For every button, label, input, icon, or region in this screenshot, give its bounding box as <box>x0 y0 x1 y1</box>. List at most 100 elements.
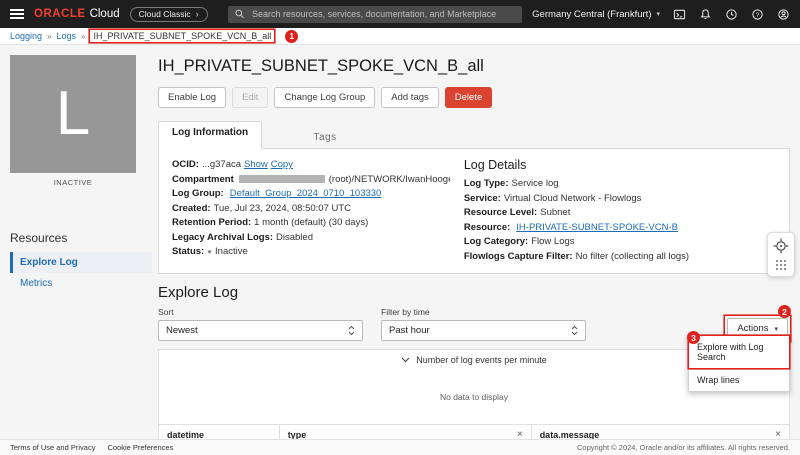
capture-filter-label: Flowlogs Capture Filter: <box>464 251 573 262</box>
select-chevrons-icon <box>348 325 355 336</box>
show-link[interactable]: Show <box>244 159 268 170</box>
service-value: Virtual Cloud Network - Flowlogs <box>504 193 642 204</box>
log-details-column: Log Details Log Type:Service log Service… <box>450 158 776 264</box>
screen-target-widget <box>767 232 795 277</box>
chart-header-label: Number of log events per minute <box>416 355 547 365</box>
log-information-column: OCID:...g37acaShowCopy Compartment(root)… <box>172 158 450 264</box>
status-label: INACTIVE <box>10 178 136 187</box>
legacy-archival-row: Legacy Archival Logs:Disabled <box>172 231 450 246</box>
ocid-label: OCID: <box>172 159 199 170</box>
change-log-group-button[interactable]: Change Log Group <box>274 87 375 108</box>
log-type-value: Service log <box>512 178 559 189</box>
svg-text:?: ? <box>756 11 760 18</box>
filter-by-time-group: Filter by time Past hour <box>381 307 586 341</box>
sort-select[interactable]: Newest <box>158 320 363 341</box>
log-group-link[interactable]: Default_Group_2024_0710_103330 <box>230 188 382 199</box>
breadcrumb-separator: » <box>81 32 85 41</box>
brand-oracle: ORACLE <box>34 8 86 20</box>
log-info-card: Log Information Tags OCID:...g37acaShowC… <box>158 121 790 274</box>
brand-cloud: Cloud <box>90 8 120 20</box>
cloud-classic-button[interactable]: Cloud Classic › <box>130 7 208 22</box>
help-icon[interactable]: ? <box>751 8 764 21</box>
chevron-down-icon: ▾ <box>774 325 778 333</box>
action-buttons: Enable Log Edit Change Log Group Add tag… <box>158 87 790 108</box>
log-group-label: Log Group: <box>172 188 224 199</box>
topbar: ORACLE Cloud Cloud Classic › Germany Cen… <box>0 0 800 28</box>
log-avatar: L <box>10 55 136 173</box>
resource-link[interactable]: IH-PRIVATE-SUBNET-SPOKE-VCN-B <box>516 222 678 233</box>
copyright-text: Copyright © 2024, Oracle and/or its affi… <box>577 443 790 452</box>
column-type-label: type <box>288 430 307 440</box>
breadcrumb-logs[interactable]: Logs <box>57 31 77 41</box>
legacy-archival-value: Disabled <box>276 232 313 243</box>
ocid-row: OCID:...g37acaShowCopy <box>172 158 450 173</box>
tabs: Log Information Tags <box>158 121 790 148</box>
created-label: Created: <box>172 203 211 214</box>
compartment-row: Compartment(root)/NETWORK/IwanHoogendoor… <box>172 173 450 188</box>
delete-button[interactable]: Delete <box>445 87 492 108</box>
capture-filter-value: No filter (collecting all logs) <box>576 251 690 262</box>
legacy-archival-label: Legacy Archival Logs: <box>172 232 273 243</box>
log-group-row: Log Group: Default_Group_2024_0710_103330 <box>172 187 450 202</box>
capture-filter-row: Flowlogs Capture Filter:No filter (colle… <box>464 250 776 265</box>
announcements-bell-icon[interactable] <box>699 8 712 21</box>
service-row: Service:Virtual Cloud Network - Flowlogs <box>464 192 776 207</box>
tab-tags[interactable]: Tags <box>262 126 388 148</box>
profile-icon[interactable] <box>777 8 790 21</box>
resource-level-value: Subnet <box>540 207 570 218</box>
log-category-value: Flow Logs <box>531 236 574 247</box>
target-icon[interactable] <box>773 238 789 254</box>
created-row: Created:Tue, Jul 23, 2024, 08:50:07 UTC <box>172 202 450 217</box>
search-input[interactable] <box>250 8 515 20</box>
menu-item-explore-with-log-search[interactable]: Explore with Log Search <box>689 336 789 368</box>
log-type-row: Log Type:Service log <box>464 177 776 192</box>
oracle-cloud-console: ORACLE Cloud Cloud Classic › Germany Cen… <box>0 0 800 455</box>
resource-row: Resource: IH-PRIVATE-SUBNET-SPOKE-VCN-B <box>464 221 776 236</box>
page-title: IH_PRIVATE_SUBNET_SPOKE_VCN_B_all <box>158 57 790 76</box>
edit-button[interactable]: Edit <box>232 87 268 108</box>
status-row: Status:●Inactive <box>172 245 450 260</box>
search-bar[interactable] <box>228 6 523 23</box>
cloud-shell-icon[interactable] <box>673 8 686 21</box>
select-chevrons-icon <box>571 325 578 336</box>
tab-log-information[interactable]: Log Information <box>158 121 262 149</box>
menu-item-wrap-lines[interactable]: Wrap lines <box>689 368 789 391</box>
breadcrumb-logging[interactable]: Logging <box>10 31 42 41</box>
chevron-down-icon <box>401 357 410 363</box>
resource-level-row: Resource Level:Subnet <box>464 206 776 221</box>
log-category-label: Log Category: <box>464 236 528 247</box>
enable-log-button[interactable]: Enable Log <box>158 87 226 108</box>
chevron-down-icon: ▾ <box>656 10 660 18</box>
cookie-preferences-link[interactable]: Cookie Preferences <box>107 443 173 452</box>
drag-handle-dots-icon[interactable] <box>775 259 787 271</box>
terms-privacy-link[interactable]: Terms of Use and Privacy <box>10 443 95 452</box>
navigation-menu-icon[interactable] <box>10 9 24 19</box>
resource-label: Resource: <box>464 222 510 233</box>
compartment-label: Compartment <box>172 174 234 185</box>
oracle-cloud-logo: ORACLE Cloud <box>34 8 120 20</box>
sidebar-item-metrics[interactable]: Metrics <box>10 273 152 294</box>
status-field-label: Status: <box>172 246 204 257</box>
retention-label: Retention Period: <box>172 217 251 228</box>
log-details-heading: Log Details <box>464 158 776 172</box>
created-value: Tue, Jul 23, 2024, 08:50:07 UTC <box>214 203 351 214</box>
chevron-right-icon: › <box>196 9 199 19</box>
region-label: Germany Central (Frankfurt) <box>532 9 651 20</box>
clock-icon[interactable] <box>725 8 738 21</box>
sort-label: Sort <box>158 307 363 317</box>
no-data-message: No data to display <box>440 392 508 402</box>
topbar-right: Germany Central (Frankfurt) ▾ ? <box>532 8 790 21</box>
column-data-message-label: data.message <box>540 430 600 440</box>
avatar-letter: L <box>56 83 90 145</box>
service-label: Service: <box>464 193 501 204</box>
sidebar-item-explore-log[interactable]: Explore Log <box>10 252 152 273</box>
column-datetime-label: datetime <box>167 430 204 440</box>
add-tags-button[interactable]: Add tags <box>381 87 439 108</box>
copy-link[interactable]: Copy <box>271 159 293 170</box>
filter-by-time-select[interactable]: Past hour <box>381 320 586 341</box>
filter-by-time-label: Filter by time <box>381 307 586 317</box>
region-selector[interactable]: Germany Central (Frankfurt) ▾ <box>532 9 660 20</box>
resources-heading: Resources <box>10 231 152 252</box>
sort-selected-value: Newest <box>166 325 198 336</box>
actions-button-label: Actions <box>737 323 768 334</box>
